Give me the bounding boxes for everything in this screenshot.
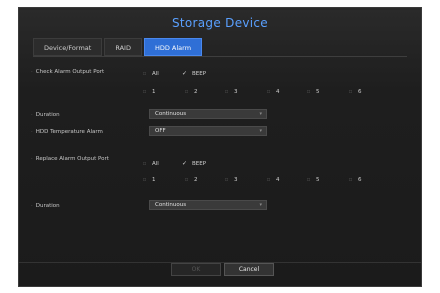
chevron-down-icon: ▾ <box>259 202 262 208</box>
replace-alarm-port-6[interactable]: ▫ 6 <box>347 176 361 183</box>
tab-divider <box>33 56 407 57</box>
checkbox-icon: ▫ <box>348 176 353 183</box>
check-alarm-port-3[interactable]: ▫ 3 <box>223 88 237 95</box>
checkbox-icon: ▫ <box>224 176 229 183</box>
checkbox-icon: ▫ <box>142 70 147 77</box>
checkbox-icon: ▫ <box>142 88 147 95</box>
checkbox-icon: ▫ <box>142 160 147 167</box>
replace-alarm-all-checkbox[interactable]: ▫ All <box>141 160 158 167</box>
checkmark-icon: ✓ <box>181 70 188 77</box>
hdd-temp-alarm-dropdown[interactable]: OFF ▾ <box>149 126 267 136</box>
tab-device-format[interactable]: Device/Format <box>33 38 103 56</box>
tab-bar: Device/Format RAID HDD Alarm <box>33 38 203 56</box>
ok-button[interactable]: OK <box>171 263 221 276</box>
check-alarm-port-4[interactable]: ▫ 4 <box>265 88 279 95</box>
check-alarm-all-checkbox[interactable]: ▫ All <box>141 70 158 77</box>
check-alarm-port-2[interactable]: ▫ 2 <box>183 88 197 95</box>
replace-alarm-port-4[interactable]: ▫ 4 <box>265 176 279 183</box>
bullet-icon: · <box>31 112 33 118</box>
bullet-icon: · <box>31 156 33 162</box>
replace-alarm-port-1[interactable]: ▫ 1 <box>141 176 155 183</box>
cancel-button[interactable]: Cancel <box>224 263 274 276</box>
hdd-temp-alarm-label: · HDD Temperature Alarm <box>31 129 103 135</box>
check-alarm-port-5[interactable]: ▫ 5 <box>305 88 319 95</box>
bullet-icon: · <box>31 69 33 75</box>
check-alarm-beep-checkbox[interactable]: ✓ BEEP <box>181 70 206 77</box>
replace-alarm-port-2[interactable]: ▫ 2 <box>183 176 197 183</box>
duration-label: · Duration <box>31 112 60 118</box>
check-alarm-label: · Check Alarm Output Port <box>31 69 105 75</box>
replace-duration-dropdown[interactable]: Continuous ▾ <box>149 200 267 210</box>
check-alarm-port-1[interactable]: ▫ 1 <box>141 88 155 95</box>
tab-raid[interactable]: RAID <box>104 38 142 56</box>
checkbox-icon: ▫ <box>224 88 229 95</box>
checkbox-icon: ▫ <box>266 88 271 95</box>
duration-label: · Duration <box>31 203 60 209</box>
duration-dropdown[interactable]: Continuous ▾ <box>149 109 267 119</box>
bullet-icon: · <box>31 203 33 209</box>
check-alarm-port-6[interactable]: ▫ 6 <box>347 88 361 95</box>
tab-hdd-alarm[interactable]: HDD Alarm <box>143 38 203 56</box>
window-title: Storage Device <box>171 16 268 30</box>
chevron-down-icon: ▾ <box>259 128 262 134</box>
checkbox-icon: ▫ <box>142 176 147 183</box>
checkbox-icon: ▫ <box>348 88 353 95</box>
bullet-icon: · <box>31 129 33 135</box>
checkbox-icon: ▫ <box>184 88 189 95</box>
checkbox-icon: ▫ <box>306 88 311 95</box>
replace-alarm-beep-checkbox[interactable]: ✓ BEEP <box>181 160 206 167</box>
storage-device-window: Storage Device Device/Format RAID HDD Al… <box>18 7 422 287</box>
checkbox-icon: ▫ <box>184 176 189 183</box>
checkbox-icon: ▫ <box>306 176 311 183</box>
replace-alarm-port-5[interactable]: ▫ 5 <box>305 176 319 183</box>
checkmark-icon: ✓ <box>181 160 188 167</box>
chevron-down-icon: ▾ <box>259 111 262 117</box>
replace-alarm-label: · Replace Alarm Output Port <box>31 156 109 162</box>
replace-alarm-port-3[interactable]: ▫ 3 <box>223 176 237 183</box>
checkbox-icon: ▫ <box>266 176 271 183</box>
